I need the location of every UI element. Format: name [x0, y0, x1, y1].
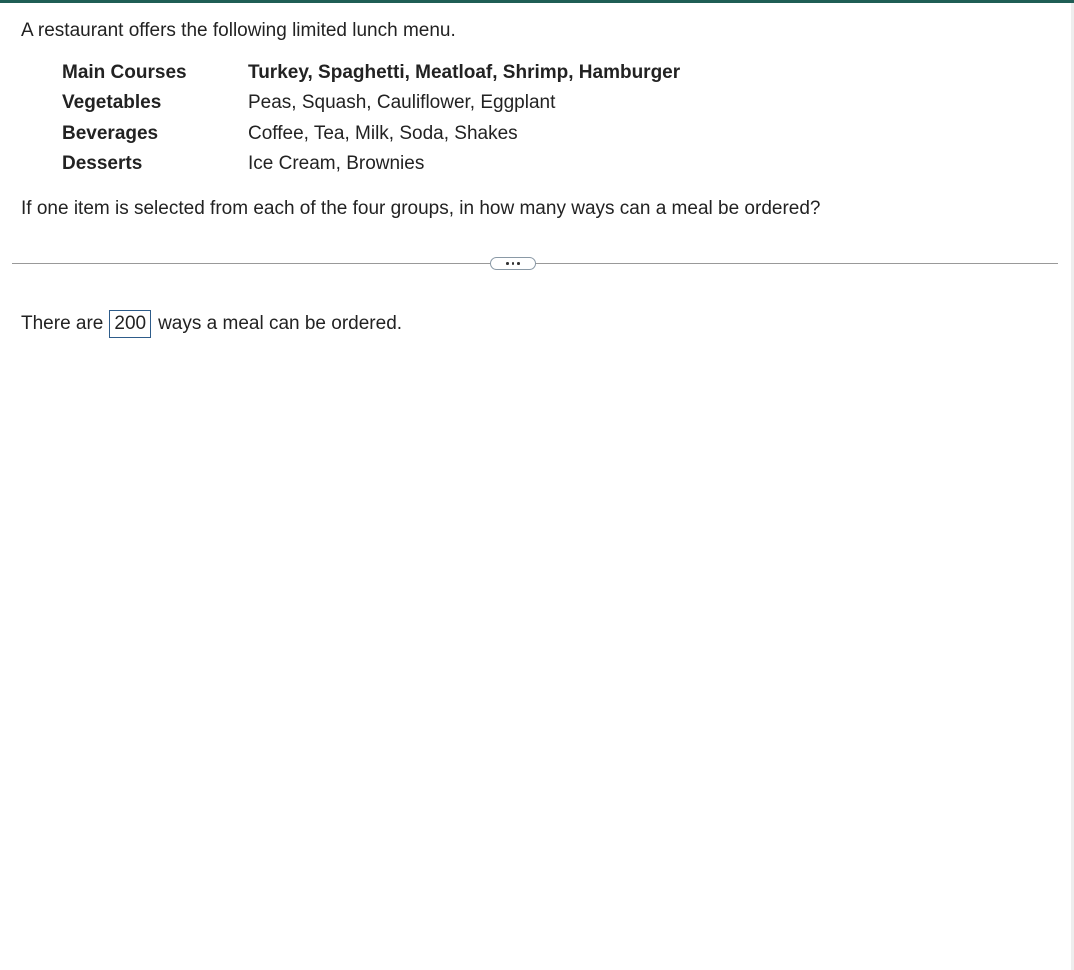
- question-intro: A restaurant offers the following limite…: [21, 20, 456, 41]
- menu-row-main-courses: Main Courses Turkey, Spaghetti, Meatloaf…: [62, 62, 862, 92]
- menu-category: Vegetables: [62, 92, 162, 114]
- question-prompt: If one item is selected from each of the…: [21, 198, 821, 219]
- top-accent-bar: [0, 0, 1074, 3]
- more-options-button[interactable]: [490, 257, 536, 270]
- ellipsis-icon: [506, 262, 509, 265]
- menu-items: Peas, Squash, Cauliflower, Eggplant: [248, 92, 556, 114]
- ellipsis-icon: [511, 262, 515, 265]
- menu-category: Main Courses: [62, 62, 187, 83]
- menu-row-vegetables: Vegetables Peas, Squash, Cauliflower, Eg…: [62, 92, 862, 122]
- menu-category: Beverages: [62, 122, 159, 144]
- answer-value-box[interactable]: 200: [109, 310, 152, 338]
- answer-prefix: There are: [21, 313, 104, 334]
- menu-category: Desserts: [62, 152, 143, 174]
- ellipsis-icon: [517, 262, 520, 265]
- menu-row-desserts: Desserts Ice Cream, Brownies: [62, 153, 862, 183]
- menu-items: Coffee, Tea, Milk, Soda, Shakes: [248, 122, 518, 144]
- menu-row-beverages: Beverages Coffee, Tea, Milk, Soda, Shake…: [62, 123, 862, 153]
- menu-table: Main Courses Turkey, Spaghetti, Meatloaf…: [62, 62, 862, 183]
- answer-line: There are 200 ways a meal can be ordered…: [21, 310, 402, 338]
- answer-suffix: ways a meal can be ordered.: [158, 313, 403, 334]
- menu-items: Ice Cream, Brownies: [248, 152, 425, 174]
- menu-items: Turkey, Spaghetti, Meatloaf, Shrimp, Ham…: [248, 62, 681, 83]
